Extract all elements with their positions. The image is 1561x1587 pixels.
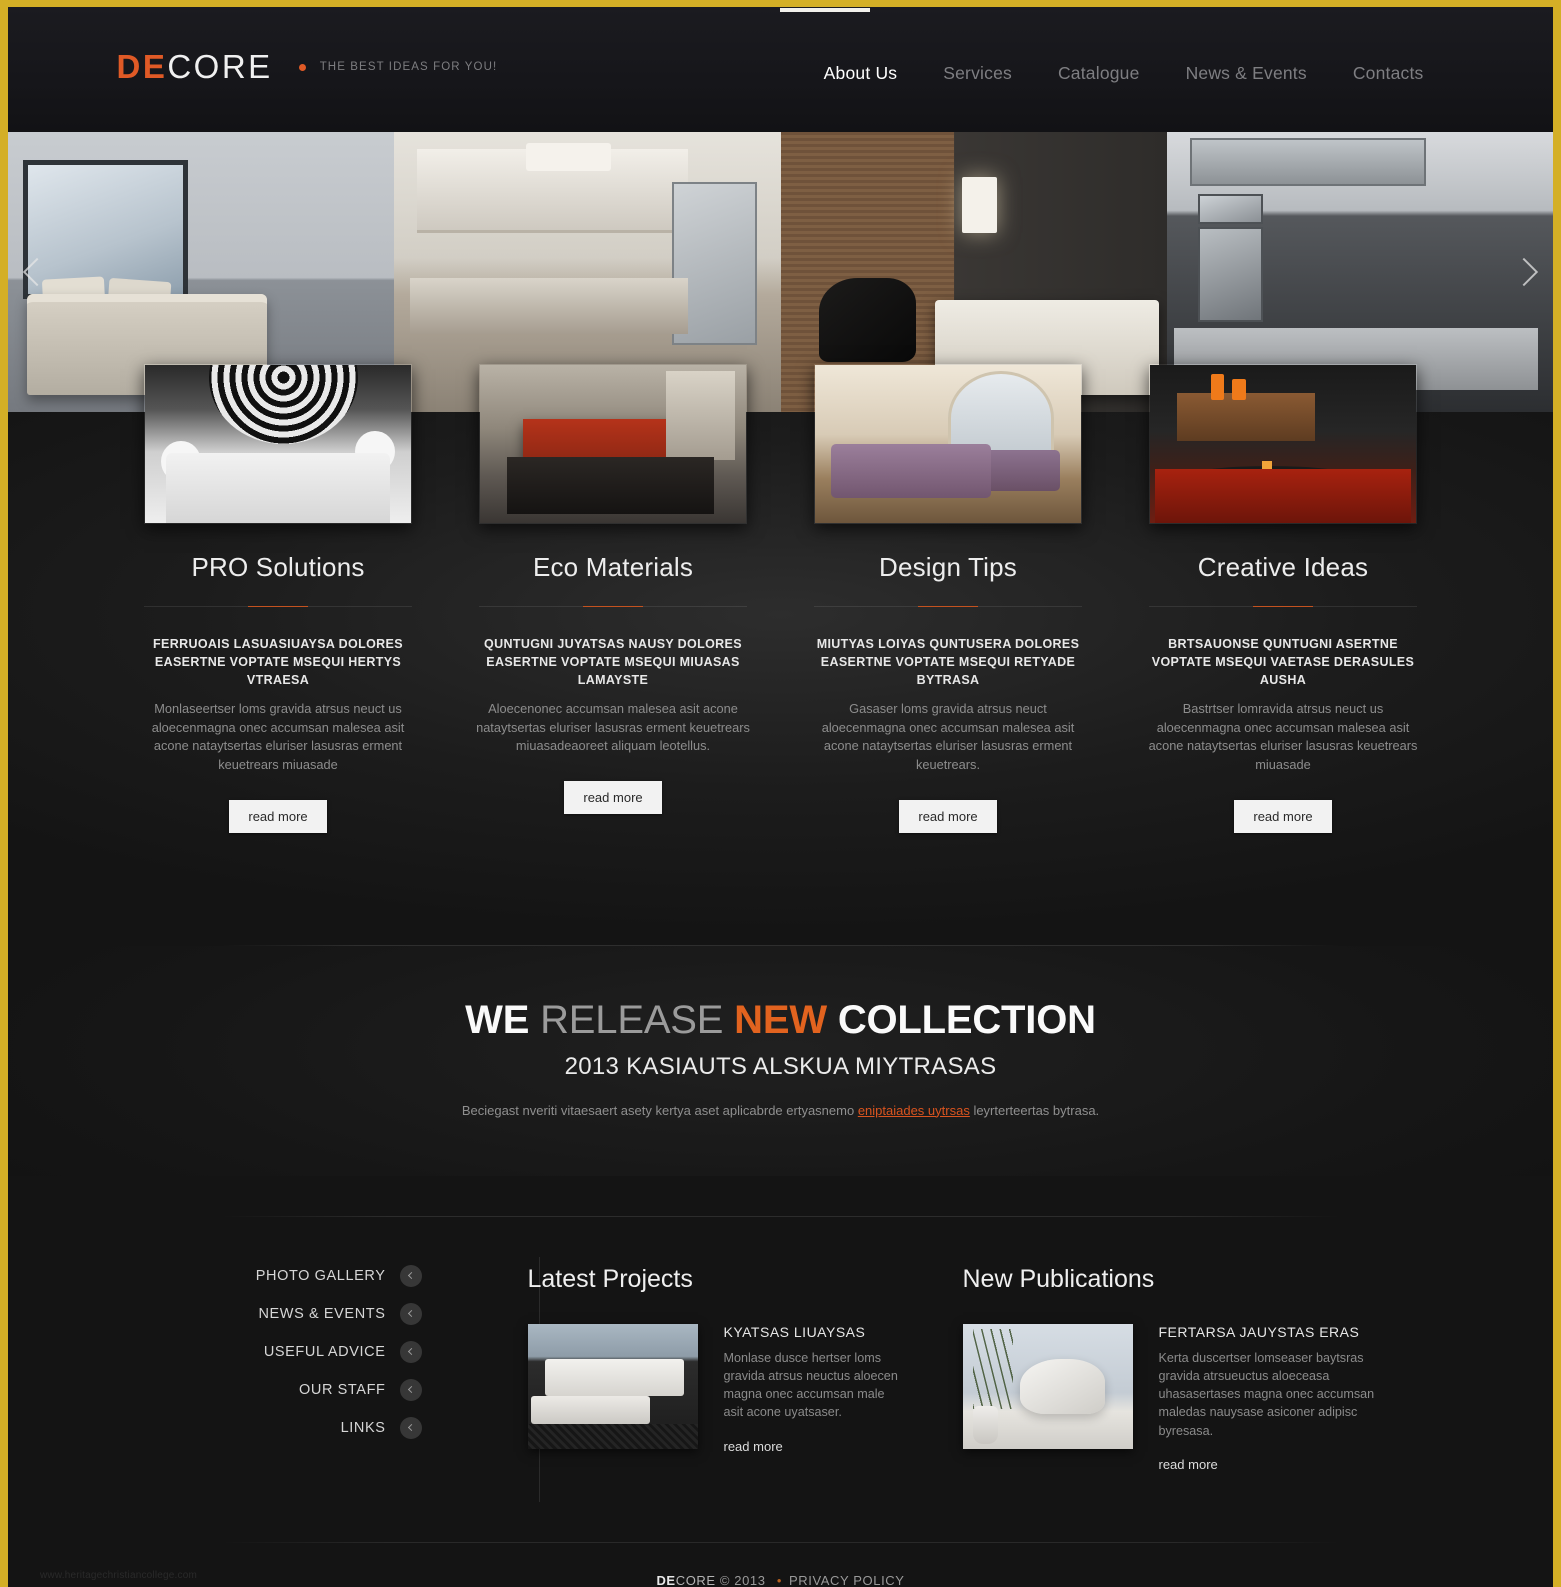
project-post-title: KYATSAS LIUAYSAS — [723, 1323, 866, 1340]
service-text: Monlaseertser loms gravida atrsus neuct … — [151, 701, 405, 773]
latest-projects-block: Latest Projects KYATSAS LIUAYSAS Monlase… — [466, 1265, 901, 1474]
quick-link-photo-gallery[interactable]: PHOTO GALLERY — [111, 1264, 422, 1287]
service-text: Bastrtser lomravida atrsus neuct us aloe… — [1148, 701, 1418, 773]
service-text: Aloecenonec accumsan malesea asit acone … — [476, 701, 750, 754]
quick-link-label: PHOTO GALLERY — [255, 1267, 386, 1284]
service-column-creative-ideas: Creative Ideas BRTSAUONSE QUNTUGNI ASERT… — [1116, 364, 1451, 833]
new-publications-title: New Publications — [962, 1264, 1155, 1293]
logo-wordmark: DECORE — [117, 48, 273, 86]
read-more-button[interactable]: read more — [899, 799, 997, 833]
banner-desc-before: Beciegast nveriti vitaesaert asety kerty… — [461, 1102, 858, 1118]
logo-core: CORE — [167, 48, 273, 85]
top-scroll-indicator — [780, 8, 870, 12]
nav-item-services[interactable]: Services — [920, 63, 1035, 84]
quick-link-links[interactable]: LINKS — [111, 1416, 422, 1439]
banner-title-release: RELEASE — [540, 997, 735, 1042]
read-more-button[interactable]: read more — [564, 781, 662, 815]
site-logo[interactable]: DECORE The best ideas for you! — [117, 48, 498, 86]
project-thumbnail-image[interactable] — [527, 1323, 698, 1449]
publication-read-more-link[interactable]: read more — [1159, 1457, 1218, 1472]
project-post: KYATSAS LIUAYSAS Monlase dusce hertser l… — [527, 1323, 901, 1456]
site-watermark: www.heritagechristiancollege.com — [40, 1570, 198, 1581]
quick-link-news-events[interactable]: NEWS & EVENTS — [111, 1302, 422, 1325]
quick-link-useful-advice[interactable]: USEFUL ADVICE — [111, 1340, 422, 1363]
main-navigation: About Us Services Catalogue News & Event… — [801, 63, 1447, 84]
latest-projects-title: Latest Projects — [527, 1264, 693, 1293]
nav-item-catalogue[interactable]: Catalogue — [1035, 63, 1163, 84]
service-thumbnail-image[interactable] — [1149, 364, 1417, 524]
project-post-text: Monlase dusce hertser loms gravida atrsu… — [723, 1350, 898, 1420]
service-divider — [479, 606, 747, 607]
footer-privacy-policy-link[interactable]: PRIVACY POLICY — [789, 1573, 905, 1587]
footer-copyright: DECORE © 2013 • PRIVACY POLICY — [8, 1573, 1553, 1587]
nav-item-contacts[interactable]: Contacts — [1330, 63, 1447, 84]
footer-divider — [220, 1541, 1341, 1543]
banner-title-we: WE — [465, 997, 541, 1042]
quick-links-list: PHOTO GALLERY NEWS & EVENTS USEFUL ADVIC… — [111, 1264, 466, 1474]
publication-post: FERTARSA JAUYSTAS ERAS Kerta duscertser … — [962, 1323, 1401, 1474]
service-thumbnail-image[interactable] — [479, 364, 747, 524]
service-title: Creative Ideas — [1197, 552, 1369, 582]
read-more-button[interactable]: read more — [1234, 799, 1332, 833]
banner-title-new: NEW — [734, 997, 827, 1042]
chevron-left-icon — [399, 1340, 422, 1363]
service-heading: BRTSAUONSE QUNTUGNI ASERTNE VOPTATE MSEQ… — [1151, 637, 1415, 688]
service-divider — [144, 606, 412, 607]
logo-dot-icon — [298, 63, 306, 71]
service-title: PRO Solutions — [191, 552, 365, 582]
quick-link-label: LINKS — [340, 1419, 386, 1436]
service-divider — [814, 606, 1082, 607]
slider-prev-arrow-icon[interactable] — [14, 242, 60, 302]
logo-tagline: The best ideas for you! — [319, 61, 498, 73]
service-column-pro-solutions: PRO Solutions FERRUOAIS LASUASIUAYSA DOL… — [111, 364, 446, 833]
logo-de: DE — [116, 48, 168, 85]
new-collection-banner: WE RELEASE NEW COLLECTION 2013 KASIAUTS … — [8, 945, 1553, 1176]
footer-brand-core: CORE — [675, 1572, 716, 1587]
service-heading: FERRUOAIS LASUASIUAYSA DOLORES EASERTNE … — [153, 637, 403, 688]
quick-link-label: USEFUL ADVICE — [263, 1343, 386, 1360]
site-footer: DECORE © 2013 • PRIVACY POLICY — [8, 1541, 1553, 1587]
chevron-left-icon — [399, 1416, 422, 1439]
service-column-eco-materials: Eco Materials QUNTUGNI JUYATSAS NAUSY DO… — [446, 364, 781, 833]
banner-description: Beciegast nveriti vitaesaert asety kerty… — [8, 1103, 1553, 1118]
service-column-design-tips: Design Tips MIUTYAS LOIYAS QUNTUSERA DOL… — [781, 364, 1116, 833]
publication-thumbnail-image[interactable] — [962, 1323, 1133, 1449]
services-section: PRO Solutions FERRUOAIS LASUASIUAYSA DOL… — [8, 364, 1553, 945]
page-root: DECORE The best ideas for you! About Us … — [8, 7, 1553, 1587]
nav-item-about-us[interactable]: About Us — [801, 63, 921, 84]
service-title: Eco Materials — [532, 552, 694, 582]
nav-item-news-events[interactable]: News & Events — [1163, 63, 1330, 84]
read-more-button[interactable]: read more — [229, 799, 327, 833]
footer-brand-de: DE — [656, 1572, 676, 1587]
chevron-left-icon — [399, 1378, 422, 1401]
banner-desc-after: leyrterteertas bytrasa. — [969, 1102, 1100, 1118]
footer-separator-dot: • — [776, 1572, 782, 1587]
project-read-more-link[interactable]: read more — [724, 1439, 783, 1454]
service-heading: QUNTUGNI JUYATSAS NAUSY DOLORES EASERTNE… — [484, 637, 742, 688]
quick-link-our-staff[interactable]: OUR STAFF — [111, 1378, 422, 1401]
banner-title-collection: COLLECTION — [826, 997, 1096, 1042]
service-title: Design Tips — [878, 552, 1018, 582]
footer-copyright-year: © 2013 — [715, 1572, 770, 1587]
chevron-left-icon — [399, 1264, 422, 1287]
bottom-divider — [220, 1215, 1341, 1217]
publication-post-title: FERTARSA JAUYSTAS ERAS — [1158, 1323, 1360, 1340]
site-header: DECORE The best ideas for you! About Us … — [8, 7, 1553, 132]
service-thumbnail-image[interactable] — [144, 364, 412, 524]
browser-gold-frame: DECORE The best ideas for you! About Us … — [0, 0, 1561, 1587]
banner-title: WE RELEASE NEW COLLECTION — [8, 998, 1553, 1043]
service-text: Gasaser loms gravida atrsus neuct aloece… — [821, 701, 1075, 773]
chevron-left-icon — [399, 1302, 422, 1325]
banner-subtitle: 2013 KASIAUTS ALSKUA MIYTRASAS — [564, 1052, 997, 1080]
quick-link-label: NEWS & EVENTS — [258, 1305, 386, 1322]
new-publications-block: New Publications FERTARSA JAUYSTAS ERAS … — [901, 1265, 1401, 1474]
banner-desc-link[interactable]: eniptaiades uytrsas — [858, 1103, 970, 1118]
service-thumbnail-image[interactable] — [814, 364, 1082, 524]
quick-link-label: OUR STAFF — [299, 1381, 386, 1398]
publication-post-text: Kerta duscertser lomseaser baytsras grav… — [1158, 1350, 1375, 1438]
slider-next-arrow-icon[interactable] — [1501, 242, 1547, 302]
bottom-section: PHOTO GALLERY NEWS & EVENTS USEFUL ADVIC… — [8, 1176, 1553, 1587]
service-divider — [1149, 606, 1417, 607]
service-heading: MIUTYAS LOIYAS QUNTUSERA DOLORES EASERTN… — [816, 637, 1080, 688]
